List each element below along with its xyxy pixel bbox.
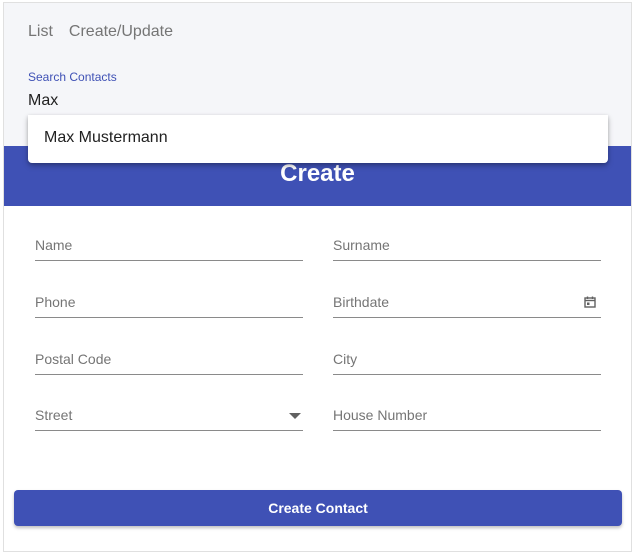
house-number-field-label: House Number: [333, 407, 428, 423]
street-select[interactable]: Street: [35, 401, 303, 431]
surname-field[interactable]: Surname: [333, 231, 601, 261]
phone-field-label: Phone: [35, 294, 76, 310]
calendar-icon[interactable]: [583, 295, 597, 309]
birthdate-field-label: Birthdate: [333, 294, 390, 310]
nav-bar: List Create/Update: [28, 23, 173, 41]
nav-item-create-update[interactable]: Create/Update: [69, 23, 173, 41]
phone-field[interactable]: Phone: [35, 288, 303, 318]
postal-code-field[interactable]: Postal Code: [35, 345, 303, 375]
city-field-label: City: [333, 351, 358, 367]
postal-code-field-label: Postal Code: [35, 351, 112, 367]
nav-item-list[interactable]: List: [28, 23, 53, 41]
surname-field-label: Surname: [333, 237, 390, 253]
create-contact-button[interactable]: Create Contact: [14, 490, 622, 526]
name-field[interactable]: Name: [35, 231, 303, 261]
search-input[interactable]: [28, 89, 608, 113]
search-label: Search Contacts: [28, 70, 117, 84]
autocomplete-option[interactable]: Max Mustermann: [44, 129, 168, 147]
autocomplete-panel: Max Mustermann: [28, 115, 608, 163]
street-select-label: Street: [35, 407, 73, 423]
birthdate-field[interactable]: Birthdate: [333, 288, 601, 318]
dropdown-arrow-icon[interactable]: [289, 413, 301, 419]
form-title: Create: [280, 160, 355, 187]
city-field[interactable]: City: [333, 345, 601, 375]
name-field-label: Name: [35, 237, 73, 253]
app-frame: List Create/Update Search Contacts Max M…: [3, 2, 632, 552]
house-number-field[interactable]: House Number: [333, 401, 601, 431]
